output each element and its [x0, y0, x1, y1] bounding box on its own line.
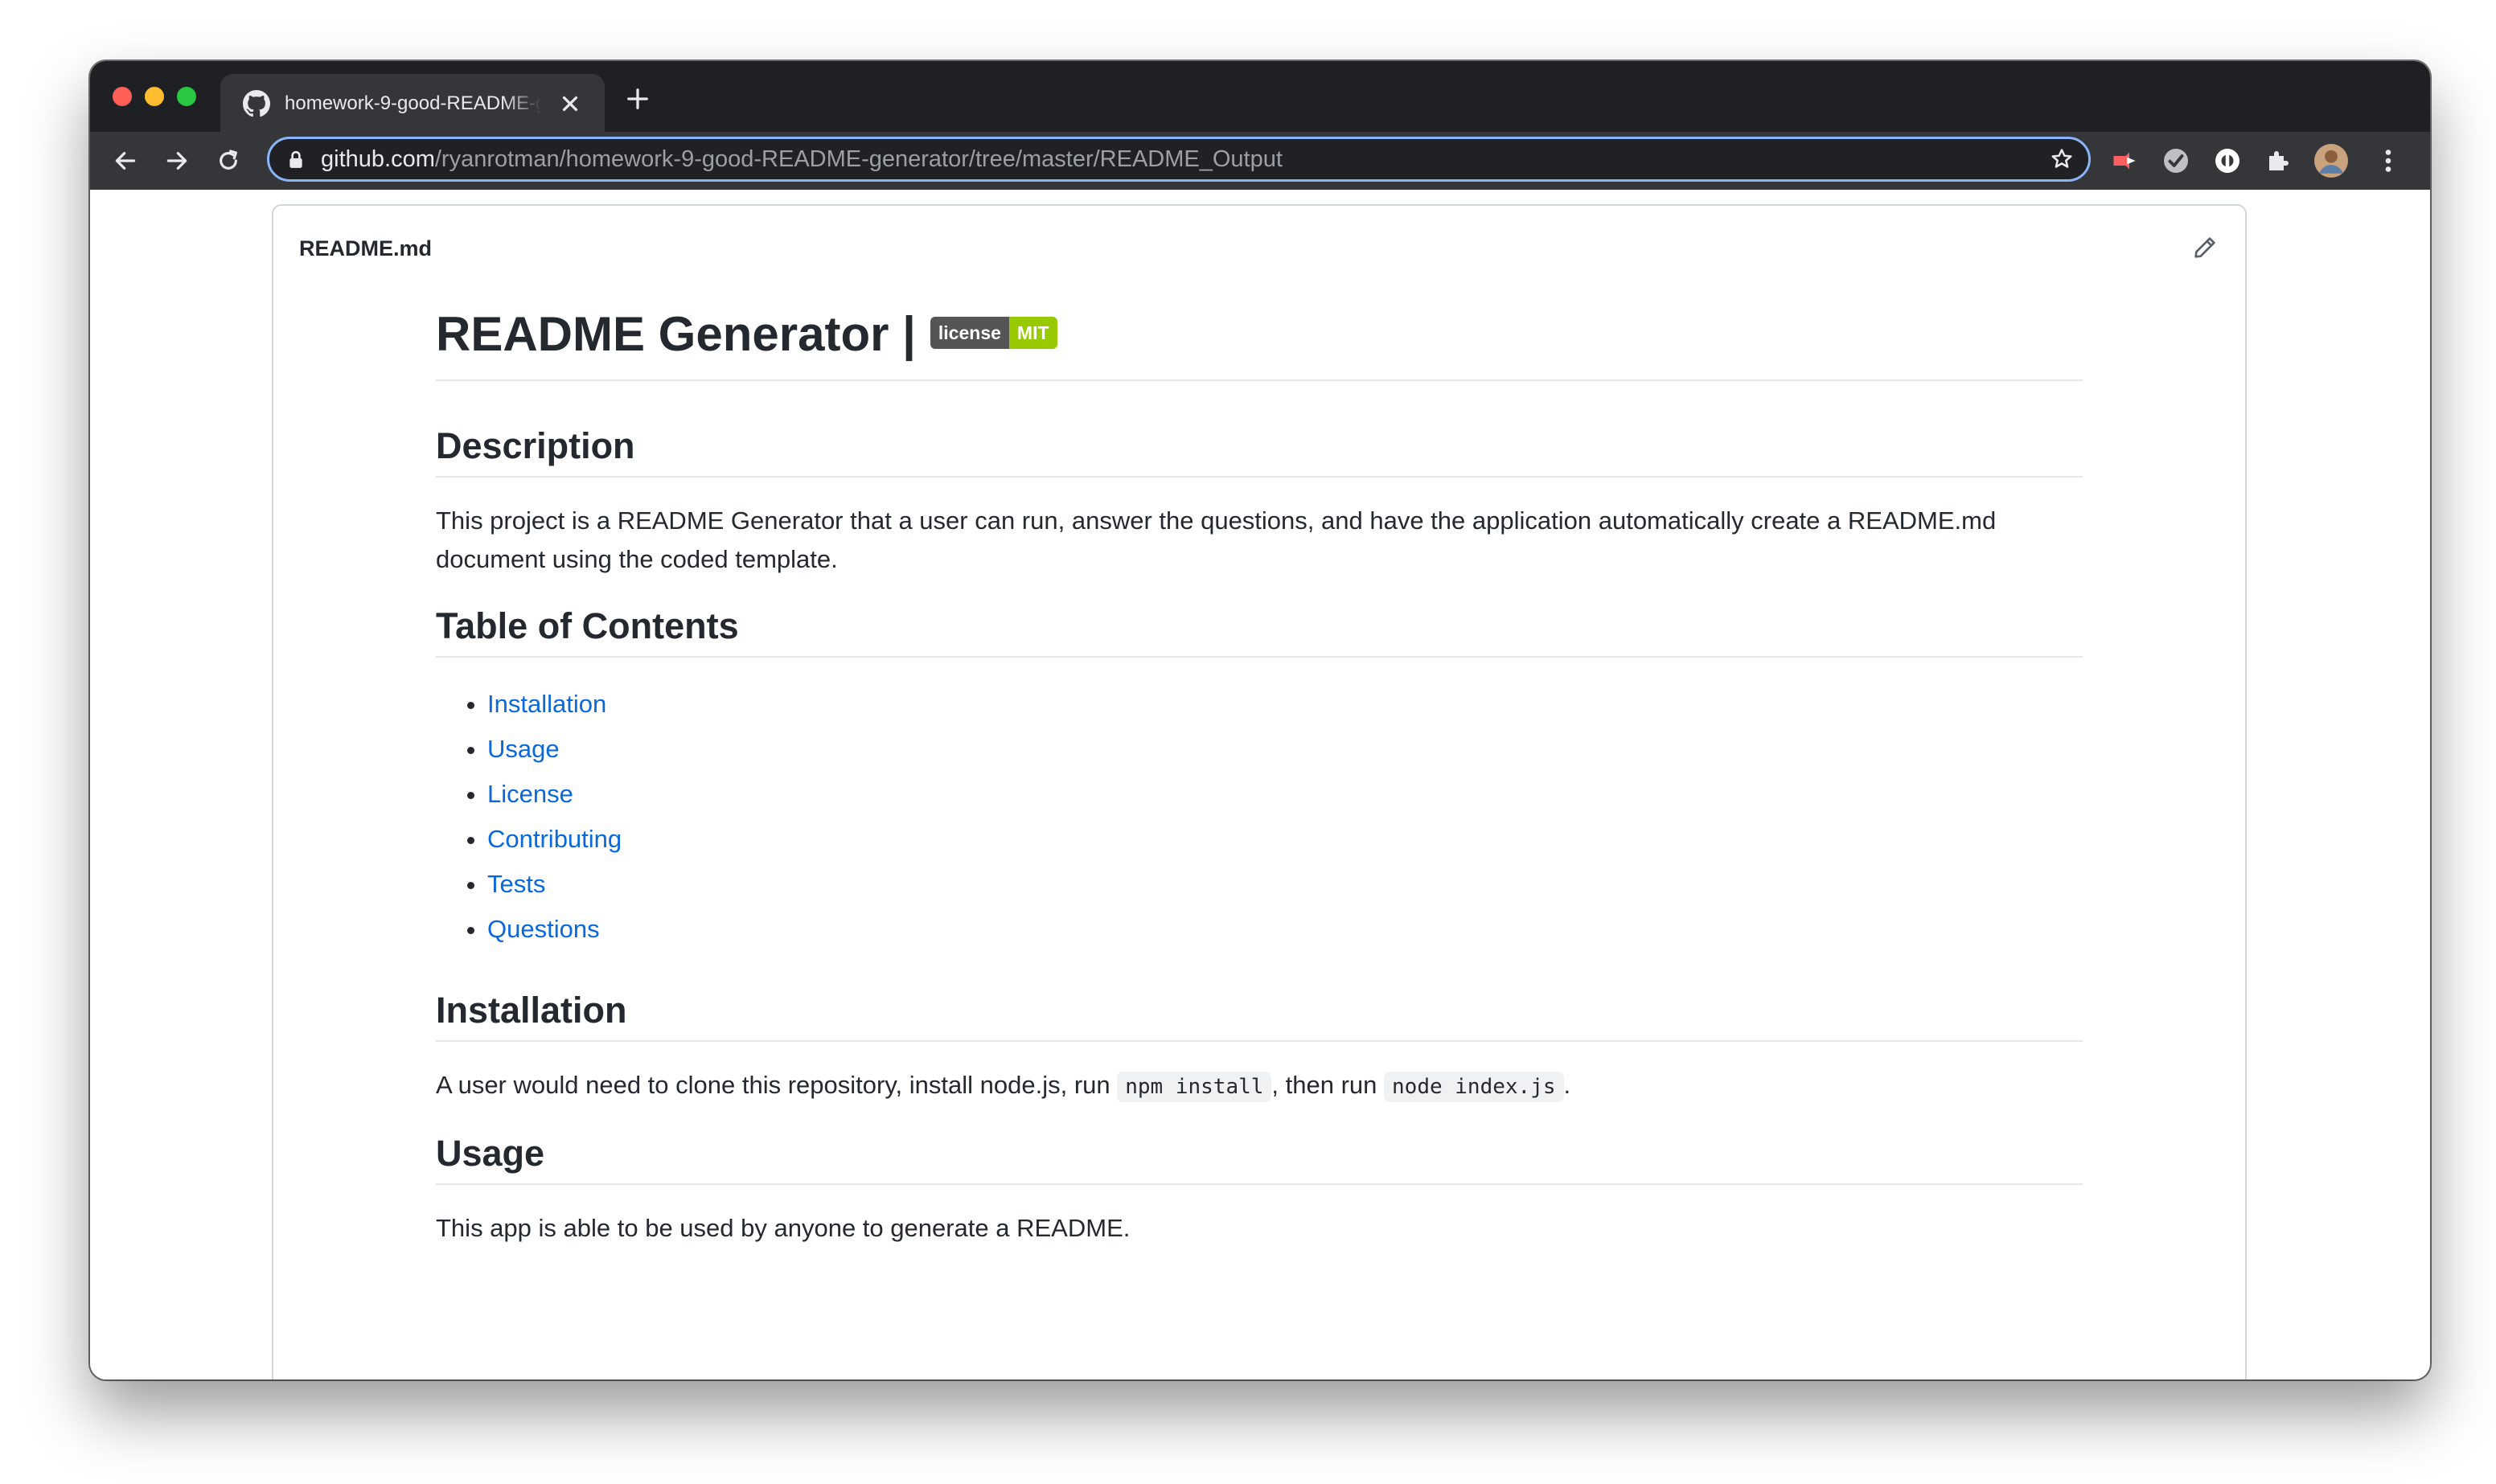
tab-title: homework-9-good-README-generator [285, 92, 542, 114]
forward-arrow-icon[interactable] [164, 148, 190, 174]
readme-title: README Generator | license MIT [436, 302, 2083, 381]
description-heading: Description [436, 421, 2083, 478]
browser-window: homework-9-good-README-generator github.… [90, 61, 2430, 1379]
url-path: /ryanrotman/homework-9-good-README-gener… [434, 146, 1283, 172]
installation-text-part: . [1563, 1071, 1571, 1099]
reload-icon[interactable] [216, 148, 241, 174]
description-text: This project is a README Generator that … [436, 506, 1997, 573]
close-window-button[interactable] [113, 87, 132, 106]
extension-icon[interactable] [2110, 146, 2139, 175]
minimize-window-button[interactable] [145, 87, 164, 106]
address-bar[interactable]: github.com/ryanrotman/homework-9-good-RE… [267, 137, 2091, 182]
npm-install-code: npm install [1117, 1072, 1272, 1102]
license-badge[interactable]: license MIT [930, 317, 1057, 350]
usage-heading: Usage [436, 1129, 2083, 1185]
maximize-window-button[interactable] [177, 87, 196, 106]
browser-tab[interactable]: homework-9-good-README-generator [220, 74, 605, 132]
toc-link-license[interactable]: License [487, 780, 573, 808]
url-text[interactable]: github.com/ryanrotman/homework-9-good-RE… [321, 139, 1283, 179]
github-icon [243, 90, 270, 117]
lock-icon[interactable] [287, 150, 305, 170]
readme-filename: README.md [299, 236, 433, 260]
toc-item: Questions [487, 907, 2083, 952]
toc-item: Installation [487, 682, 2083, 727]
readme-container: README.md README Generator | license MIT D… [272, 204, 2247, 1379]
toc-item: Tests [487, 862, 2083, 907]
usage-text: This app is able to be used by anyone to… [436, 1214, 1131, 1242]
url-host: github.com [321, 146, 435, 172]
installation-text: A user would need to clone this reposito… [436, 1066, 2083, 1106]
star-icon[interactable] [2050, 147, 2074, 171]
title-bar: homework-9-good-README-generator [90, 61, 2430, 132]
plus-icon[interactable] [626, 87, 650, 111]
badge-label: license [930, 317, 1009, 350]
checkmark-extension-icon[interactable] [2161, 146, 2190, 175]
readme-title-text: README Generator | [436, 307, 916, 361]
toc-link-questions[interactable]: Questions [487, 915, 600, 943]
markdown-body: README Generator | license MIT Description… [436, 302, 2083, 1248]
toc-link-installation[interactable]: Installation [487, 690, 606, 718]
toc-list: Installation Usage License Contributing … [436, 682, 2083, 952]
node-index-code: node index.js [1384, 1072, 1564, 1102]
menu-icon[interactable] [2379, 146, 2398, 175]
puzzle-icon[interactable] [2264, 146, 2293, 175]
back-arrow-icon[interactable] [113, 148, 138, 174]
browser-toolbar: github.com/ryanrotman/homework-9-good-RE… [90, 132, 2430, 190]
toc-item: Usage [487, 727, 2083, 772]
avatar[interactable] [2314, 144, 2348, 178]
installation-text-part: A user would need to clone this reposito… [436, 1071, 1118, 1099]
close-icon[interactable] [558, 92, 582, 116]
installation-text-part: , then run [1271, 1071, 1385, 1099]
installation-heading: Installation [436, 986, 2083, 1042]
pencil-icon[interactable] [2192, 235, 2218, 260]
toc-link-contributing[interactable]: Contributing [487, 825, 622, 853]
toc-item: License [487, 772, 2083, 817]
badge-value: MIT [1008, 317, 1057, 350]
toc-item: Contributing [487, 817, 2083, 862]
toc-link-usage[interactable]: Usage [487, 735, 560, 763]
toc-link-tests[interactable]: Tests [487, 870, 545, 898]
circle-extension-icon[interactable] [2213, 146, 2242, 175]
page-content: README.md README Generator | license MIT D… [90, 190, 2430, 1379]
toc-heading: Table of Contents [436, 601, 2083, 658]
